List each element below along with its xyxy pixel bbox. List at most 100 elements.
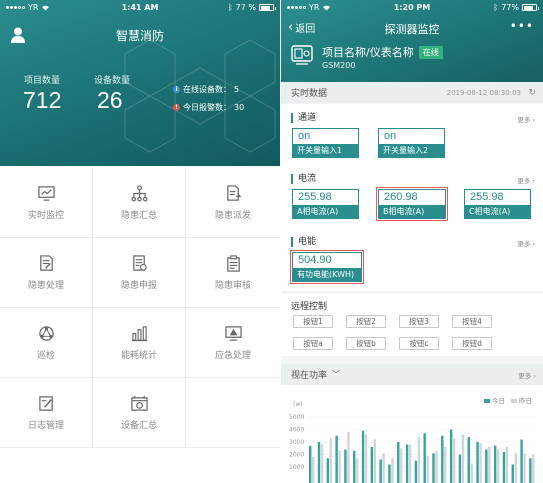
remote-button-b[interactable]: 按钮b <box>346 337 386 350</box>
remote-button-4[interactable]: 按钮4 <box>452 315 492 328</box>
bar-today <box>309 445 312 483</box>
remote-control-title: 远程控制 <box>291 302 328 312</box>
bar-today <box>326 458 330 483</box>
grid-item-patrol[interactable]: 巡检 <box>0 308 93 378</box>
project-name: 项目名称/仪表名称 <box>322 46 414 59</box>
bar-yesterday <box>488 447 491 483</box>
alarm-stat: ! 今日报警数： 30 <box>173 102 244 113</box>
grid-item-energy-stats[interactable]: 能耗统计 <box>93 308 186 378</box>
power-bar-chart: (w) 5000 4000 3000 2000 1000 <box>289 401 537 483</box>
bar-today <box>405 444 409 483</box>
alarm-value: 30 <box>234 103 245 112</box>
grid-item-label: 日志管理 <box>27 420 64 431</box>
report-doc-icon <box>132 254 147 271</box>
device-model: GSM200 <box>322 61 356 70</box>
bar-today <box>344 449 347 483</box>
chevron-down-icon: ﹀ <box>332 370 341 379</box>
power-bar[interactable]: 视在功率 ﹀ 更多 › <box>281 364 543 385</box>
online-device-stat: i 在线设备数： 5 <box>173 84 239 95</box>
bar-yesterday <box>391 458 394 483</box>
remote-button-3[interactable]: 按钮3 <box>399 315 439 328</box>
remote-button-1[interactable]: 按钮1 <box>293 315 333 328</box>
bar-stats-icon <box>131 325 147 341</box>
app-title: 智慧消防 <box>115 29 164 43</box>
y-axis-label: (w) <box>293 401 303 408</box>
power-chart-panel: 今日 昨日 (w) 5000 4000 3000 2000 1000 <box>281 385 543 483</box>
status-bar: YR 1:41 AM ᛒ 77 % <box>0 0 280 16</box>
more-menu-icon[interactable]: ••• <box>510 19 534 33</box>
battery-icon <box>522 4 539 11</box>
grid-item-label: 巡检 <box>36 350 55 361</box>
dashboard-header: YR 1:41 AM ᛒ 77 % 智慧消防 项目数量 712 设备数量 26 i… <box>0 0 280 166</box>
grid-item-hazard-dispatch[interactable]: 隐患派发 <box>186 168 280 238</box>
channel-name: 开关量输入2 <box>379 144 444 157</box>
bar-yesterday <box>532 454 535 483</box>
bar-today <box>467 437 470 483</box>
grid-item-label: 隐患汇总 <box>120 210 157 221</box>
grid-item-log-management[interactable]: 日志管理 <box>0 378 93 448</box>
channel-more-link[interactable]: 更多 › <box>517 114 535 124</box>
bar-yesterday <box>373 439 377 483</box>
bar-yesterday <box>514 453 517 483</box>
hierarchy-icon <box>131 184 147 201</box>
current-name: B相电流(A) <box>379 205 445 218</box>
channel-title: 通道 <box>291 113 316 123</box>
bar-yesterday <box>364 434 368 483</box>
bar-yesterday <box>382 453 385 483</box>
dispatch-doc-icon <box>226 184 241 201</box>
grid-item-label: 隐患处理 <box>27 280 64 291</box>
grid-item-device-summary[interactable]: 设备汇总 <box>93 378 186 448</box>
bar-today <box>353 450 356 483</box>
y-tick-label: 2000 <box>289 452 304 459</box>
alert-icon: ! <box>173 104 180 111</box>
bluetooth-icon: ᛒ <box>227 3 233 12</box>
battery-percent: 77 % <box>235 3 256 12</box>
device-image-icon <box>291 45 313 65</box>
grid-item-hazard-summary[interactable]: 隐患汇总 <box>93 168 186 238</box>
bar-today <box>441 435 444 483</box>
y-tick-label: 3000 <box>289 439 304 446</box>
current-more-link[interactable]: 更多 › <box>517 175 535 185</box>
bar-yesterday <box>452 438 456 483</box>
grid-item-label: 设备汇总 <box>120 420 157 431</box>
bar-yesterday <box>426 455 429 483</box>
device-count-value: 26 <box>97 87 123 113</box>
grid-item-hazard-handle[interactable]: 隐患处理 <box>0 238 93 308</box>
realtime-panel: 通道 更多 › on 开关量输入1 on 开关量输入2 电流 更多 › 255.… <box>281 104 543 291</box>
bar-today <box>511 464 514 483</box>
remote-button-a[interactable]: 按钮a <box>293 337 333 350</box>
home-screen: YR 1:41 AM ᛒ 77 % 智慧消防 项目数量 712 设备数量 26 i… <box>0 0 280 483</box>
energy-more-link[interactable]: 更多 › <box>517 238 535 248</box>
power-more-link[interactable]: 更多 › <box>518 370 536 380</box>
remote-button-d[interactable]: 按钮d <box>452 337 492 350</box>
grid-item-emergency[interactable]: 应急处理 <box>186 308 280 378</box>
refresh-icon[interactable]: ↻ <box>528 88 536 98</box>
grid-item-label: 应急处理 <box>214 350 251 361</box>
grid-item-hazard-report[interactable]: 隐患申报 <box>93 238 186 308</box>
current-value: 260.98 <box>384 191 418 203</box>
device-count-label: 设备数量 <box>94 76 131 86</box>
grid-item-hazard-review[interactable]: 隐患审核 <box>186 238 280 308</box>
online-device-value: 5 <box>234 85 240 94</box>
current-card-b[interactable]: 260.98 B相电流(A) <box>376 187 448 221</box>
patrol-icon <box>38 325 54 341</box>
bar-today <box>317 442 321 483</box>
remote-button-c[interactable]: 按钮c <box>399 337 439 350</box>
bar-today <box>414 460 418 483</box>
bar-yesterday <box>496 449 500 483</box>
realtime-label: 实时数据 <box>291 89 328 99</box>
channel-card-1[interactable]: on 开关量输入1 <box>292 128 359 158</box>
bluetooth-icon: ᛒ <box>493 3 499 12</box>
energy-card[interactable]: 504.90 有功电能(KWH) <box>290 250 364 284</box>
battery-icon <box>259 4 276 11</box>
channel-card-2[interactable]: on 开关量输入2 <box>378 128 445 158</box>
device-summary-icon <box>130 395 148 411</box>
current-card-c[interactable]: 255.98 C相电流(A) <box>464 189 531 219</box>
remote-button-2[interactable]: 按钮2 <box>346 315 386 328</box>
bar-today <box>529 458 532 483</box>
grid-item-realtime-monitor[interactable]: 实时监控 <box>0 168 93 238</box>
bar-today <box>361 430 365 483</box>
current-card-a[interactable]: 255.98 A相电流(A) <box>292 189 359 219</box>
energy-title: 电能 <box>291 237 316 247</box>
online-device-label: 在线设备数： <box>183 85 231 94</box>
